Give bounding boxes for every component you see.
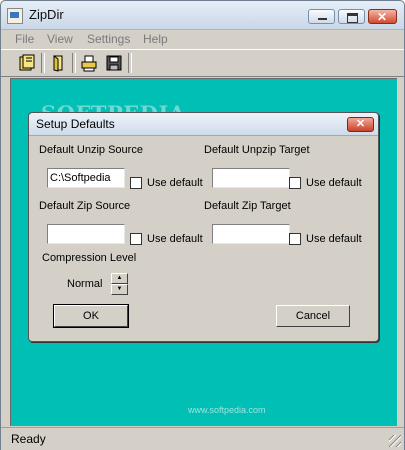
zip-source-input[interactable] <box>47 224 125 244</box>
window-title: ZipDir <box>29 7 64 22</box>
toolbar-separator <box>128 53 132 73</box>
arrow-down-icon: ▼ <box>116 286 123 292</box>
dialog-title: Setup Defaults <box>36 117 115 131</box>
unzip-target-label: Default Unpzip Target <box>204 144 310 156</box>
toolbar-save-button[interactable] <box>103 52 125 74</box>
toolbar-separator <box>41 53 45 73</box>
minimize-button[interactable] <box>308 9 335 24</box>
toolbar <box>1 49 404 77</box>
zip-target-use-default-label: Use default <box>306 233 362 245</box>
unzip-target-use-default-label: Use default <box>306 177 362 189</box>
unzip-source-label: Default Unzip Source <box>39 144 143 156</box>
spinner-down-button[interactable]: ▼ <box>111 284 128 295</box>
menu-view[interactable]: View <box>47 32 73 46</box>
spinner-up-button[interactable]: ▲ <box>111 273 128 284</box>
softpedia-watermark-url: www.softpedia.com <box>188 405 266 415</box>
zip-target-input[interactable] <box>212 224 290 244</box>
toolbar-open-dir-button[interactable] <box>16 52 38 74</box>
close-icon: ✕ <box>355 118 366 130</box>
unzip-source-input[interactable] <box>47 168 125 188</box>
toolbar-open-file-button[interactable] <box>47 52 69 74</box>
unzip-source-use-default-checkbox[interactable] <box>130 177 142 189</box>
menu-file[interactable]: File <box>15 32 34 46</box>
maximize-button[interactable] <box>338 9 365 24</box>
unzip-target-use-default-checkbox[interactable] <box>289 177 301 189</box>
arrow-up-icon: ▲ <box>116 275 123 281</box>
zip-source-use-default-label: Use default <box>147 233 203 245</box>
status-text: Ready <box>11 432 46 446</box>
compression-level-value: Normal <box>67 278 103 290</box>
compression-level-spinner: ▲ ▼ <box>111 273 128 295</box>
menu-bar: File View Settings Help <box>1 30 404 48</box>
status-bar: Ready <box>1 427 404 450</box>
zip-target-label: Default Zip Target <box>204 200 291 212</box>
zip-target-use-default-checkbox[interactable] <box>289 233 301 245</box>
cancel-button[interactable]: Cancel <box>276 305 350 327</box>
resize-grip[interactable] <box>389 435 401 447</box>
open-book-icon <box>19 54 35 71</box>
zip-source-label: Default Zip Source <box>39 200 131 212</box>
zip-source-use-default-checkbox[interactable] <box>130 233 142 245</box>
menu-help[interactable]: Help <box>143 32 168 46</box>
app-window: ZipDir ✕ File View Settings Help www.sof… <box>0 0 405 450</box>
unzip-target-input[interactable] <box>212 168 290 188</box>
zipdir-app-icon <box>7 8 23 24</box>
dialog-title-bar[interactable]: Setup Defaults ✕ <box>29 113 378 136</box>
maximize-icon <box>347 13 358 23</box>
save-icon <box>106 55 122 71</box>
dialog-close-button[interactable]: ✕ <box>347 117 374 132</box>
title-bar[interactable]: ZipDir ✕ <box>1 1 404 30</box>
close-button[interactable]: ✕ <box>368 9 397 24</box>
open-file-icon <box>53 55 63 72</box>
unzip-source-use-default-label: Use default <box>147 177 203 189</box>
menu-settings[interactable]: Settings <box>87 32 130 46</box>
toolbar-print-button[interactable] <box>78 52 100 74</box>
print-icon <box>81 55 97 72</box>
close-icon: ✕ <box>377 10 388 24</box>
ok-button[interactable]: OK <box>53 304 129 328</box>
minimize-icon <box>318 18 327 20</box>
compression-level-label: Compression Level <box>42 252 137 264</box>
setup-defaults-dialog: Setup Defaults ✕ Default Unzip Source De… <box>28 112 379 342</box>
toolbar-separator <box>72 53 76 73</box>
